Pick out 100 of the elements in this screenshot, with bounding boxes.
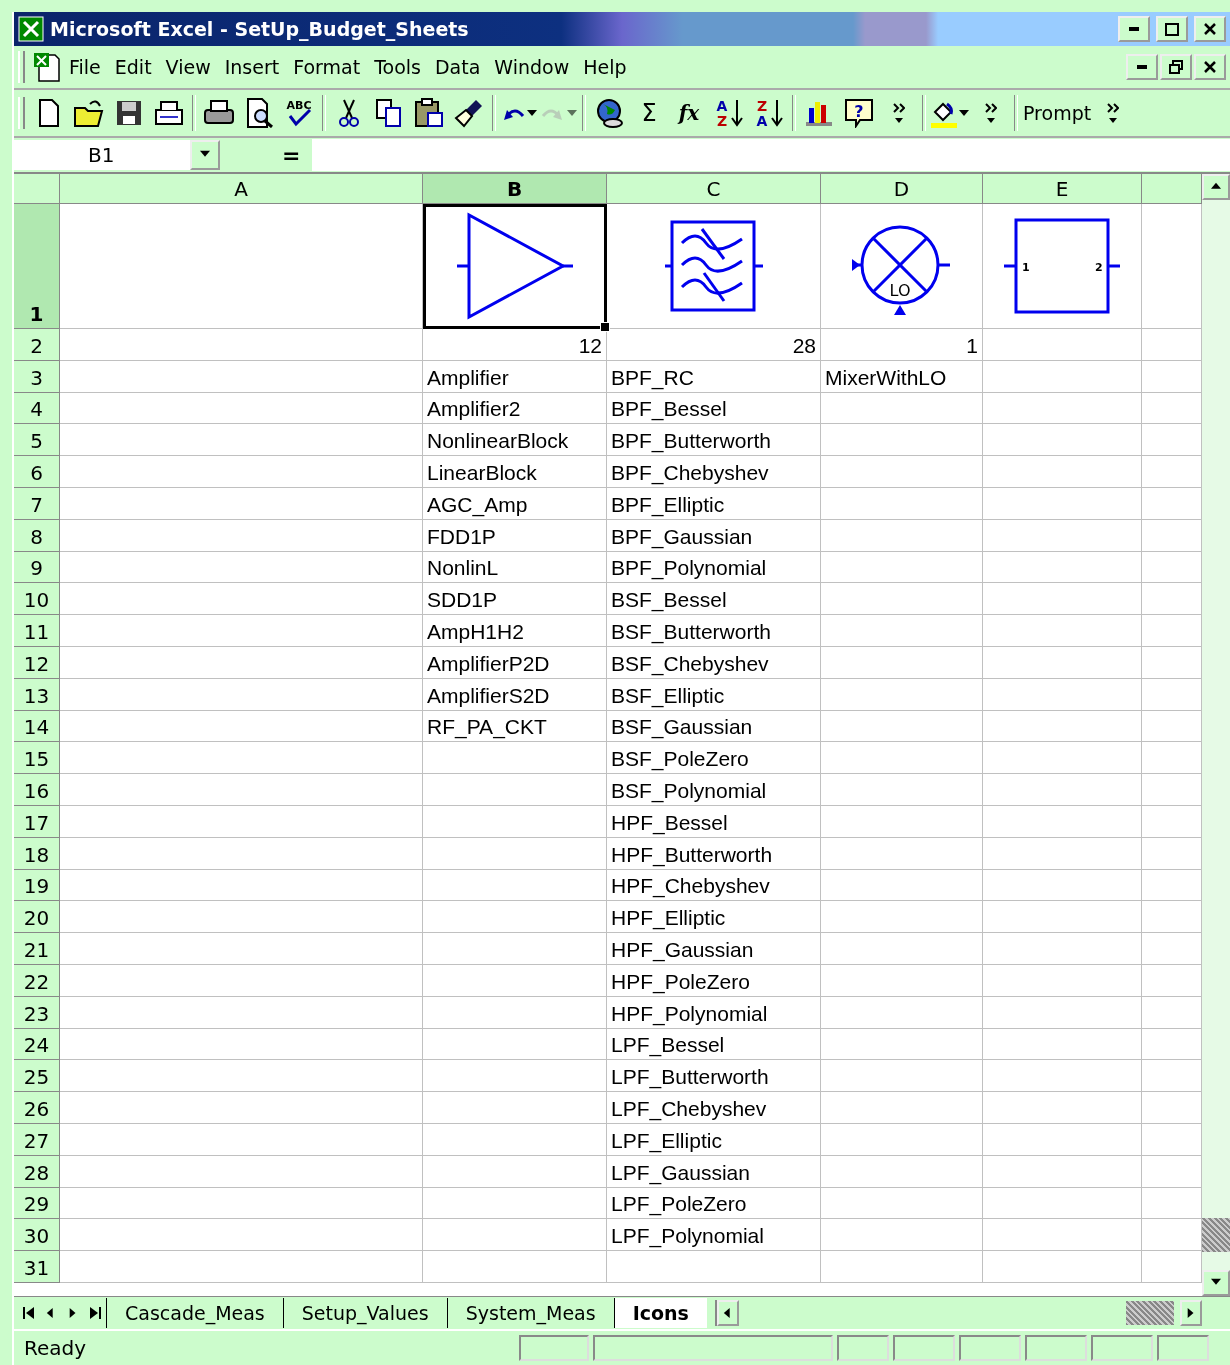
scroll-right-button[interactable]	[1180, 1300, 1202, 1326]
close-icon	[1204, 61, 1216, 73]
row-header[interactable]: 20	[14, 901, 60, 934]
row-header[interactable]: 6	[14, 456, 60, 488]
chevron-more-icon	[1107, 102, 1120, 124]
row-header[interactable]: 10	[14, 583, 60, 616]
row-header[interactable]: 28	[14, 1155, 60, 1188]
workbook-icon[interactable]	[31, 51, 61, 83]
close-button[interactable]	[1194, 54, 1226, 80]
close-button[interactable]	[1194, 16, 1226, 42]
table-cell: HPF_PoleZero	[607, 964, 821, 997]
table-cell: LPF_Gaussian	[607, 1155, 821, 1188]
row-header[interactable]: 9	[14, 551, 60, 584]
scroll-left-button[interactable]	[716, 1300, 739, 1326]
menu-item[interactable]: Tools	[368, 54, 427, 80]
minimize-button[interactable]	[1118, 16, 1150, 42]
row-header[interactable]: 18	[14, 837, 60, 870]
row-header[interactable]: 30	[14, 1219, 60, 1252]
menu-item[interactable]: View	[159, 54, 217, 80]
table-cell: BSF_Elliptic	[607, 678, 821, 711]
table-cell: LPF_Polynomial	[607, 1219, 821, 1252]
caret-icon	[567, 110, 577, 116]
menu-item[interactable]: Insert	[218, 54, 286, 80]
table-cell: LPF_Butterworth	[607, 1060, 821, 1093]
table-cell: BPF_Gaussian	[607, 519, 821, 552]
row-header[interactable]: 21	[14, 933, 60, 965]
last-icon	[89, 1306, 101, 1320]
row-header[interactable]: 24	[14, 1028, 60, 1061]
scroll-down-button[interactable]	[1202, 1270, 1230, 1296]
table-cell: BSF_Bessel	[607, 583, 821, 616]
prompt-button[interactable]: Prompt	[1021, 93, 1094, 133]
status-panel	[1025, 1335, 1087, 1361]
scrollbar-thumb[interactable]	[1126, 1301, 1174, 1325]
spreadsheet-app-icon	[18, 16, 44, 42]
row-header[interactable]: 3	[14, 360, 60, 393]
row-header[interactable]: 29	[14, 1187, 60, 1220]
table-cell: HPF_Bessel	[607, 805, 821, 838]
minimize-icon	[1129, 27, 1139, 31]
column-header[interactable]: E	[983, 174, 1142, 204]
row-header[interactable]: 22	[14, 964, 60, 997]
maximize-button[interactable]	[1156, 16, 1188, 42]
minimize-button[interactable]	[1126, 54, 1158, 80]
row-header[interactable]: 1	[14, 204, 60, 329]
table-cell: NonlinL	[423, 551, 607, 584]
formula-input[interactable]	[312, 139, 1230, 171]
row-header[interactable]: 14	[14, 710, 60, 743]
menu-item[interactable]: File	[63, 54, 107, 80]
folder-icon	[74, 98, 104, 128]
row-header[interactable]: 17	[14, 805, 60, 838]
row-header[interactable]: 26	[14, 1092, 60, 1124]
table-cell: HPF_Butterworth	[607, 837, 821, 870]
restore-button[interactable]	[1160, 54, 1192, 80]
row-header[interactable]: 27	[14, 1123, 60, 1156]
menu-item[interactable]: Help	[577, 54, 633, 80]
clipboard-icon	[414, 98, 444, 128]
table-cell: AGC_Amp	[423, 488, 607, 520]
table-cell: HPF_Elliptic	[607, 901, 821, 934]
row-header[interactable]: 16	[14, 774, 60, 806]
column-header[interactable]: A	[60, 174, 423, 204]
menu-item[interactable]: Edit	[108, 54, 158, 80]
first-icon	[23, 1306, 35, 1320]
row-header[interactable]: 13	[14, 678, 60, 711]
status-panel	[893, 1335, 955, 1361]
toolbar-grip[interactable]	[18, 51, 25, 83]
toolbar-grip[interactable]	[18, 97, 25, 129]
paintbrush-icon	[454, 98, 484, 128]
scrollbar-thumb[interactable]	[1202, 1218, 1230, 1252]
row-header[interactable]: 2	[14, 329, 60, 361]
column-header[interactable]: C	[607, 174, 821, 204]
row-header[interactable]: 31	[14, 1251, 60, 1283]
restore-icon	[1169, 60, 1183, 74]
up-arrow-icon	[1210, 182, 1222, 192]
row-header[interactable]: 11	[14, 615, 60, 647]
scroll-up-button[interactable]	[1202, 174, 1230, 200]
row-header[interactable]: 12	[14, 646, 60, 679]
row-header[interactable]: 23	[14, 996, 60, 1029]
row-header[interactable]: 25	[14, 1060, 60, 1093]
maximize-icon	[1165, 22, 1179, 36]
menu-item[interactable]: Window	[488, 54, 576, 80]
row-header[interactable]: 5	[14, 424, 60, 457]
table-cell: RF_PA_CKT	[423, 710, 607, 743]
equals-sign[interactable]: =	[282, 142, 312, 168]
name-box[interactable]: B1	[14, 140, 190, 170]
table-cell: BPF_Bessel	[607, 392, 821, 425]
menu-item[interactable]: Data	[428, 54, 487, 80]
column-header[interactable]: D	[821, 174, 983, 204]
row-header[interactable]: 4	[14, 392, 60, 425]
select-all-corner[interactable]	[14, 174, 60, 204]
name-box-dropdown[interactable]	[190, 140, 220, 170]
table-cell: BSF_Gaussian	[607, 710, 821, 743]
row-header[interactable]: 8	[14, 519, 60, 552]
row-header[interactable]: 19	[14, 869, 60, 902]
row-header[interactable]: 7	[14, 488, 60, 520]
row-header[interactable]: 15	[14, 742, 60, 775]
sheet-tab[interactable]: Icons	[613, 1298, 707, 1328]
menu-item[interactable]: Format	[287, 54, 367, 80]
close-icon	[1204, 23, 1216, 35]
column-header[interactable]: B	[423, 174, 607, 204]
table-cell: LinearBlock	[423, 456, 607, 488]
fill-handle[interactable]	[600, 322, 610, 332]
